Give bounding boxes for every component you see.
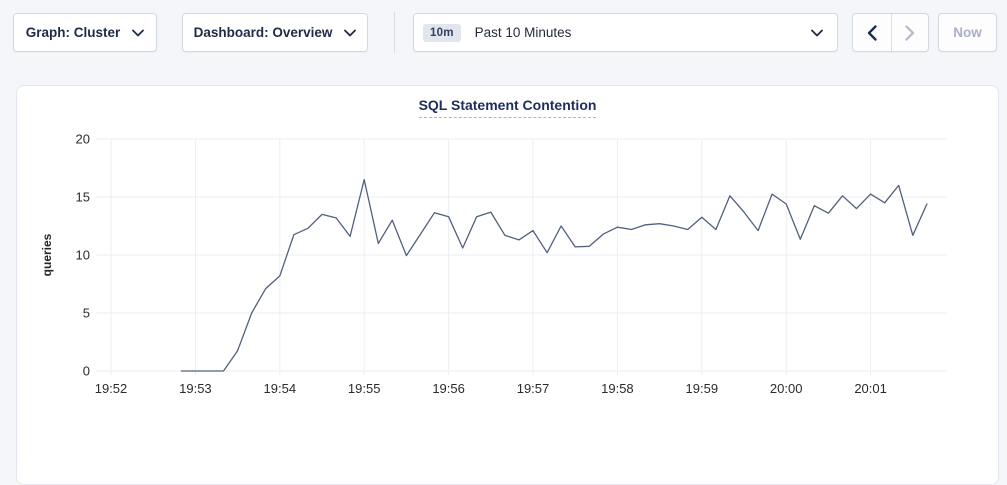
graph-dropdown-label: Graph: Cluster [26,25,121,40]
x-tick-label: 19:56 [432,381,465,396]
chart-card: SQL Statement Contention 0510152019:5219… [16,85,999,485]
chevron-down-icon [132,29,144,37]
now-button-label: Now [953,25,982,40]
x-tick-label: 19:57 [517,381,550,396]
y-tick-label: 20 [76,132,90,147]
time-back-button[interactable] [853,14,891,51]
y-tick-label: 0 [83,364,90,379]
y-tick-label: 5 [83,306,90,321]
y-tick-label: 10 [76,248,90,263]
x-tick-label: 19:53 [179,381,212,396]
x-tick-label: 19:59 [686,381,719,396]
x-tick-label: 20:00 [770,381,803,396]
dashboard-dropdown-label: Dashboard: Overview [194,25,333,40]
time-range-badge: 10m [423,24,461,42]
x-tick-label: 19:55 [348,381,381,396]
metrics-dashboard-page: { "toolbar": { "graph_dropdown": { "labe… [0,0,1007,432]
x-tick-label: 19:52 [95,381,128,396]
chevron-left-icon [867,25,877,41]
time-nav-group [852,13,929,52]
x-tick-label: 19:58 [601,381,634,396]
y-tick-label: 15 [76,190,90,205]
time-forward-button-disabled[interactable] [891,14,929,51]
chevron-down-icon [811,29,823,37]
now-button-disabled[interactable]: Now [938,13,997,52]
graph-dropdown[interactable]: Graph: Cluster [13,13,157,52]
chevron-right-icon [905,25,915,41]
x-tick-label: 19:54 [264,381,297,396]
time-range-dropdown[interactable]: 10m Past 10 Minutes [413,13,838,52]
toolbar-divider [394,12,395,53]
contention-series-line [181,180,927,371]
chevron-down-icon [344,29,356,37]
dashboard-dropdown[interactable]: Dashboard: Overview [182,13,368,52]
x-tick-label: 20:01 [854,381,887,396]
sql-contention-chart: 0 5 10 15 20 19:52 19:53 19:54 19:55 19:56 19:57 19… [17,86,998,431]
time-range-label: Past 10 Minutes [475,25,572,40]
y-axis-title: queries [40,233,54,276]
